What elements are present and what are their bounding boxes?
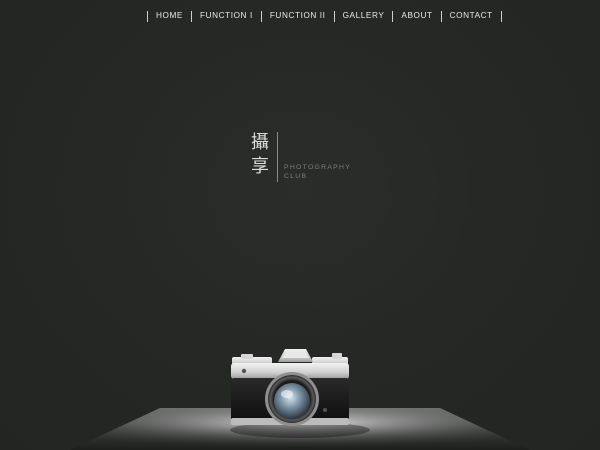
- camera-icon: [231, 349, 349, 426]
- nav-function-1[interactable]: FUNCTION I: [192, 10, 261, 22]
- logo-chinese-char-2: 享: [251, 156, 269, 177]
- logo-english-line-2: CLUB: [284, 173, 308, 180]
- logo-english: PHOTOGRAPHY CLUB: [284, 163, 351, 181]
- nav-about[interactable]: ABOUT: [393, 10, 440, 22]
- logo-chinese-char-1: 攝: [251, 132, 269, 153]
- camera-stage-illustration: [70, 349, 530, 450]
- top-nav: HOME FUNCTION I FUNCTION II GALLERY ABOU…: [147, 10, 502, 22]
- site-logo[interactable]: 攝 享 PHOTOGRAPHY CLUB: [246, 131, 376, 191]
- nav-separator: [500, 10, 502, 22]
- nav-gallery[interactable]: GALLERY: [335, 10, 393, 22]
- logo-chinese: 攝 享: [249, 131, 271, 179]
- spotlight-floor: [70, 408, 530, 450]
- nav-contact[interactable]: CONTACT: [442, 10, 501, 22]
- logo-english-line-1: PHOTOGRAPHY: [284, 164, 352, 171]
- landing-page: HOME FUNCTION I FUNCTION II GALLERY ABOU…: [0, 0, 600, 450]
- nav-function-2[interactable]: FUNCTION II: [262, 10, 334, 22]
- logo-divider: [277, 132, 278, 182]
- nav-home[interactable]: HOME: [148, 10, 191, 22]
